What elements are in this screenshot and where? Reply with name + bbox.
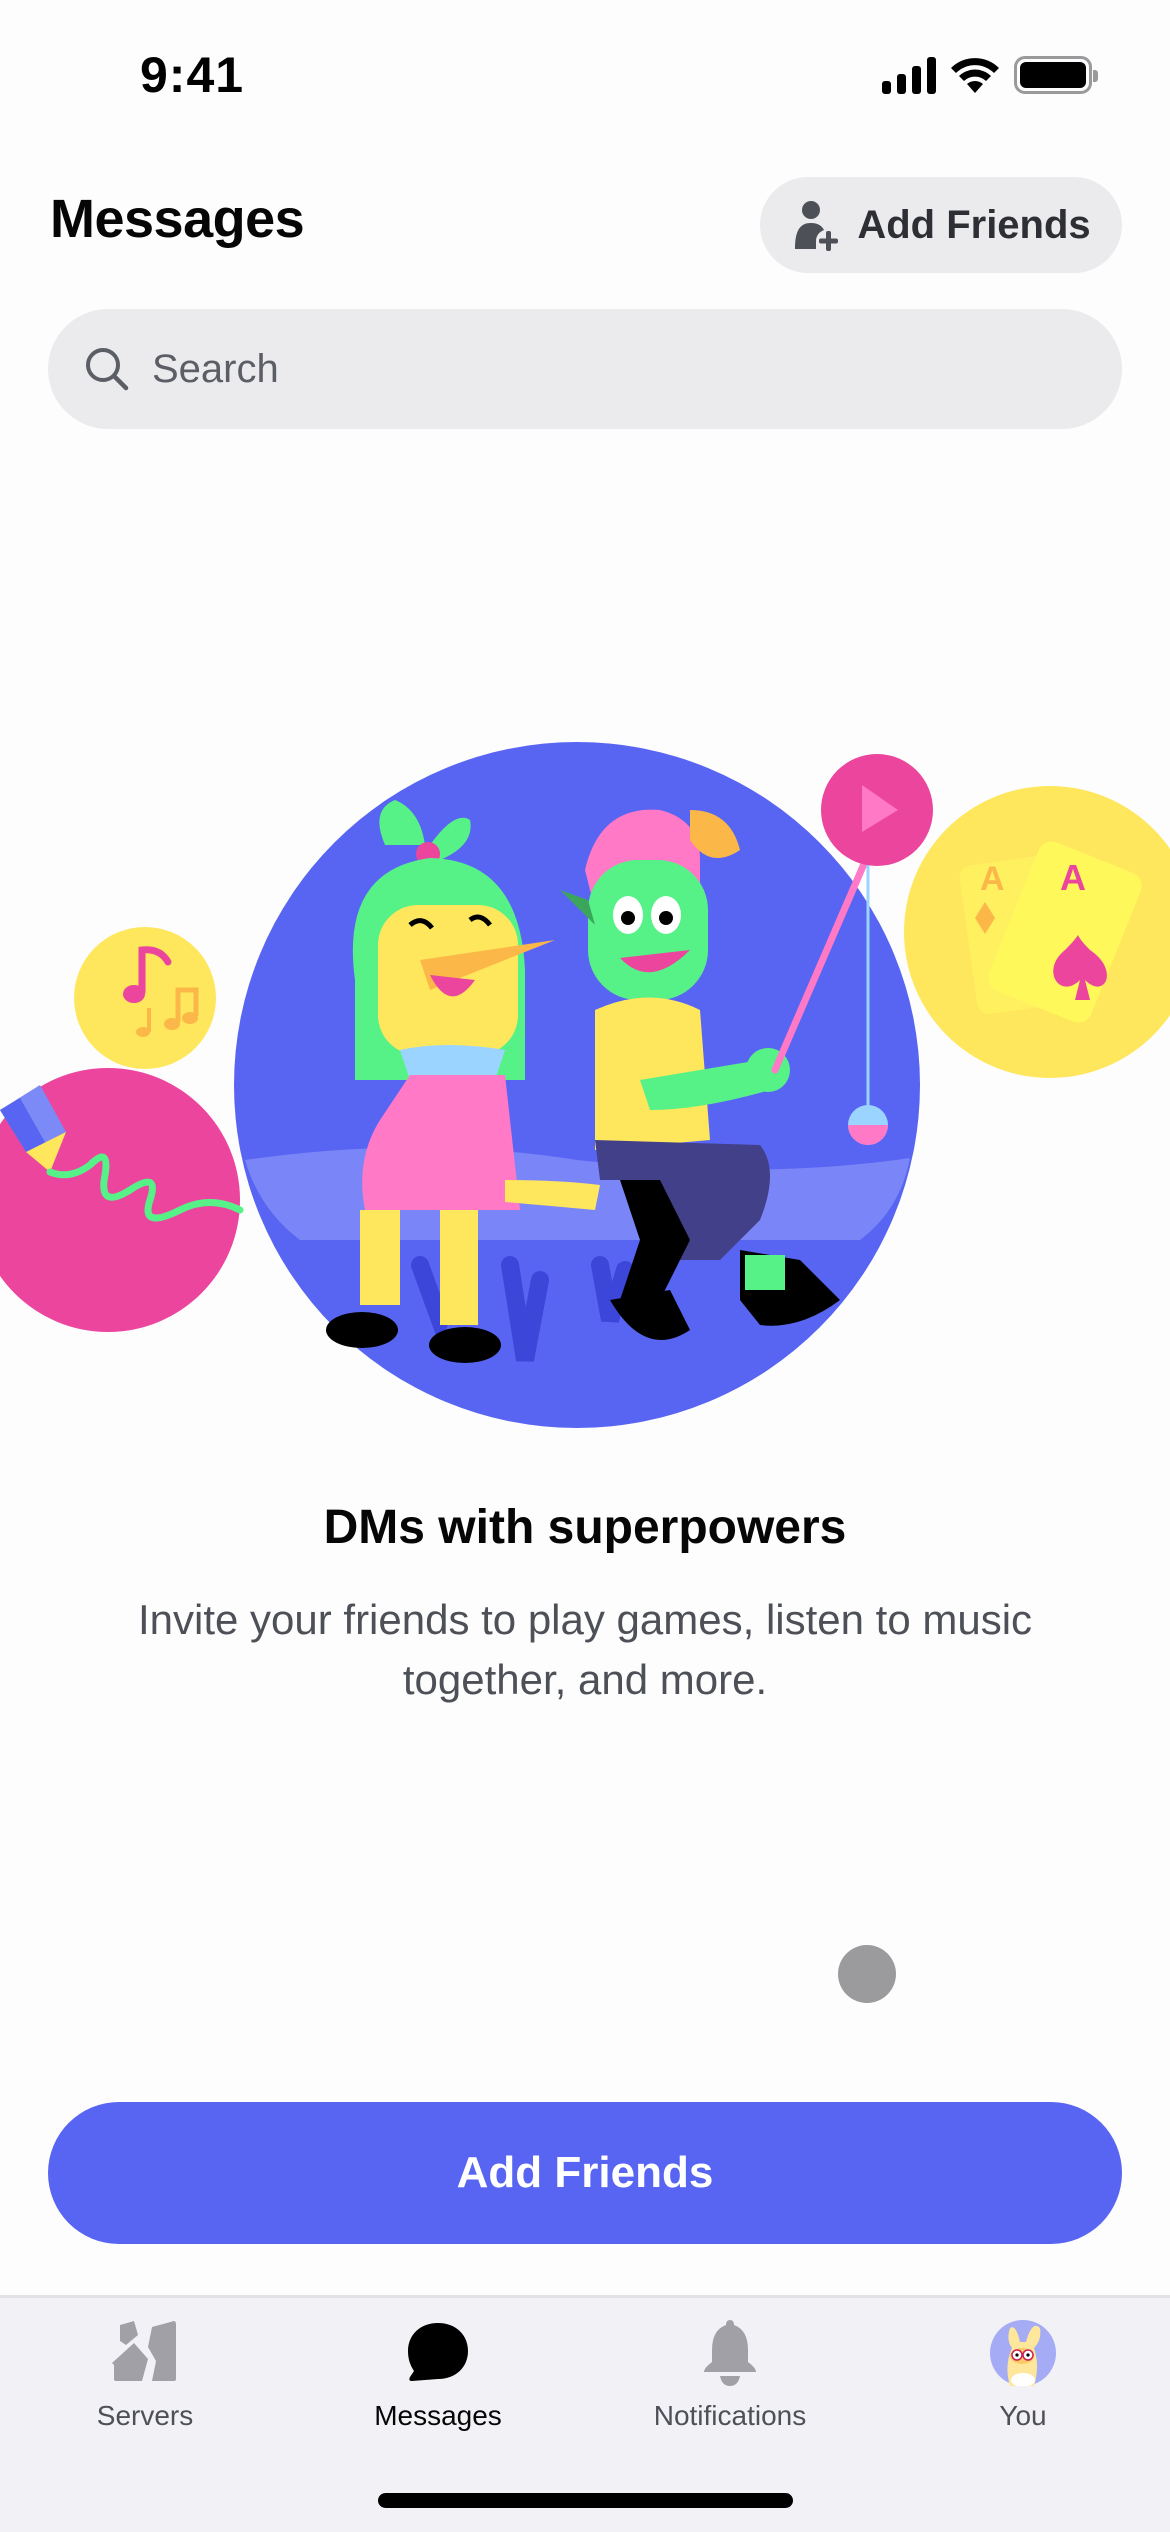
svg-text:A: A [980,860,1005,898]
empty-state-title: DMs with superpowers [323,1501,847,1554]
add-user-icon [795,201,839,251]
bell-icon [704,2320,756,2386]
cellular-signal-icon [882,56,936,94]
touch-indicator [838,1945,896,2003]
wifi-icon [951,58,999,93]
tab-servers-label: Servers [96,2400,194,2431]
main-scene [234,742,920,1428]
page-title: Messages [50,189,305,249]
tab-you-label: You [999,2400,1047,2431]
search-icon [86,348,129,391]
add-friends-header-label: Add Friends [857,202,1091,247]
empty-state-body: Invite your friends to play games, liste… [137,1596,1033,1703]
search-input[interactable] [152,346,1052,392]
tab-messages-label: Messages [374,2400,502,2431]
cards-bubble: A A [904,786,1170,1078]
status-time: 9:41 [140,47,245,103]
battery-icon [1014,56,1098,94]
search-bar[interactable] [48,309,1122,429]
status-bar: 9:41 [0,0,1170,150]
add-friends-button-label: Add Friends [456,2148,714,2197]
chat-bubble-icon [408,2323,468,2381]
drawing-bubble [0,1068,244,1332]
tab-servers[interactable]: Servers [35,2320,255,2440]
music-bubble [74,927,216,1069]
tab-notifications[interactable]: Notifications [620,2320,840,2440]
dm-illustration: A A [0,742,1170,1428]
video-bubble [821,754,933,866]
tab-notifications-label: Notifications [653,2400,807,2431]
avatar [990,2320,1056,2386]
tab-you[interactable]: You [913,2320,1133,2440]
add-friends-header-button[interactable]: Add Friends [760,177,1122,273]
add-friends-button[interactable]: Add Friends [48,2102,1122,2244]
svg-text:A: A [1060,857,1086,898]
home-indicator[interactable] [378,2493,793,2508]
status-icons [882,56,1098,94]
tab-messages[interactable]: Messages [328,2320,548,2440]
servers-icon [112,2321,176,2381]
